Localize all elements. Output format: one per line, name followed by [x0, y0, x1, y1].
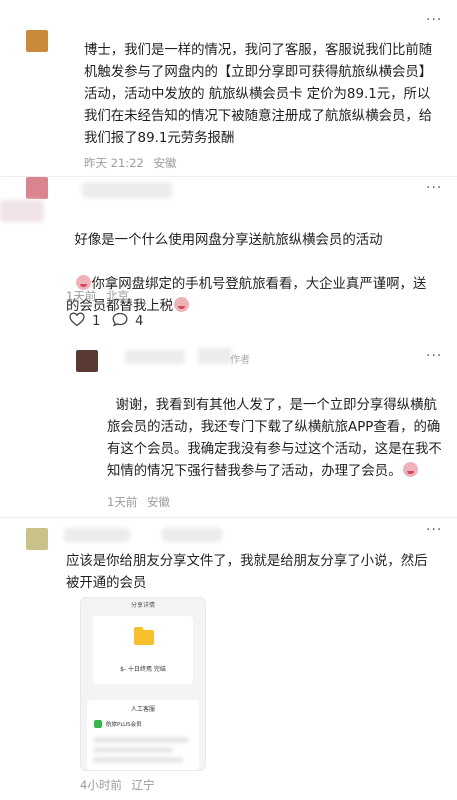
comment-location: 安徽 [153, 156, 177, 170]
screenshot-detail-lines [93, 738, 189, 742]
folder-icon-tab [134, 627, 143, 631]
more-options-icon[interactable]: ··· [426, 180, 442, 196]
avatar[interactable] [26, 177, 48, 199]
blurred-username [198, 348, 232, 364]
author-tag: 作者 [230, 355, 250, 366]
divider [0, 176, 457, 177]
smiley-emoji-icon [174, 297, 190, 312]
reply-button[interactable]: 4 [112, 312, 143, 329]
comment-meta: 4小时前 辽宁 [80, 777, 154, 793]
divider [0, 517, 457, 518]
avatar[interactable] [26, 30, 48, 52]
comment-text-line: 好像是一个什么使用网盘分享送航旅纵横会员的活动 [74, 233, 383, 248]
comment-text: 应该是你给朋友分享文件了，我就是给朋友分享了小说，然后被开通的会员 [66, 554, 428, 591]
comment-meta: 昨天 21:22 安徽 [84, 155, 176, 171]
screenshot-service-title: 人工客服 [130, 706, 155, 713]
comment-location: 辽宁 [131, 778, 155, 792]
reply-text: 谢谢，我看到有其他人发了，是一个立即分享得纵横航旅会员的活动，我还专门下载了纵横… [107, 373, 443, 483]
screenshot-header: 分享详情 [130, 602, 155, 609]
screenshot-item-name: 航旅PLUS会员 [106, 722, 142, 728]
comment-meta: 1天前 北京 [66, 288, 129, 304]
blurred-username [0, 200, 44, 222]
screenshot-detail-lines [93, 748, 173, 752]
comment-time: 4小时前 [80, 778, 122, 792]
smiley-emoji-icon [402, 462, 418, 477]
comment-time: 1天前 [66, 289, 97, 303]
attached-screenshot[interactable]: 分享详情 $- 十日终焉 完结 人工客服 航旅PLUS会员 [80, 597, 206, 771]
heart-outline-icon [69, 312, 85, 327]
more-options-icon[interactable]: ··· [426, 522, 442, 538]
comment-time: 昨天 21:22 [84, 156, 144, 170]
blurred-username [125, 350, 185, 364]
blurred-username [162, 528, 222, 542]
blurred-username [82, 182, 172, 198]
screenshot-file-card [93, 616, 193, 684]
green-check-icon [94, 720, 102, 728]
screenshot-file-name: $- 十日终焉 完结 [120, 666, 166, 673]
reply-time: 1天前 [107, 495, 138, 509]
like-count: 1 [92, 314, 101, 329]
reply-location: 安徽 [146, 495, 170, 509]
avatar[interactable] [76, 350, 98, 372]
like-button[interactable]: 1 [69, 312, 100, 329]
reply-count: 4 [135, 314, 144, 329]
reply-meta: 1天前 安徽 [107, 494, 170, 510]
speech-bubble-icon [112, 312, 128, 327]
screenshot-detail-lines [93, 758, 183, 762]
folder-icon [134, 630, 154, 645]
more-options-icon[interactable]: ··· [426, 12, 442, 28]
comment-location: 北京 [105, 289, 129, 303]
reply-text-content: 谢谢，我看到有其他人发了，是一个立即分享得纵横航旅会员的活动，我还专门下载了纵横… [107, 398, 442, 479]
blurred-username [64, 528, 130, 542]
more-options-icon[interactable]: ··· [426, 348, 442, 364]
comment-text: 博士，我们是一样的情况，我问了客服，客服说我们比前随机触发参与了网盘内的【立即分… [84, 43, 433, 146]
avatar[interactable] [26, 528, 48, 550]
